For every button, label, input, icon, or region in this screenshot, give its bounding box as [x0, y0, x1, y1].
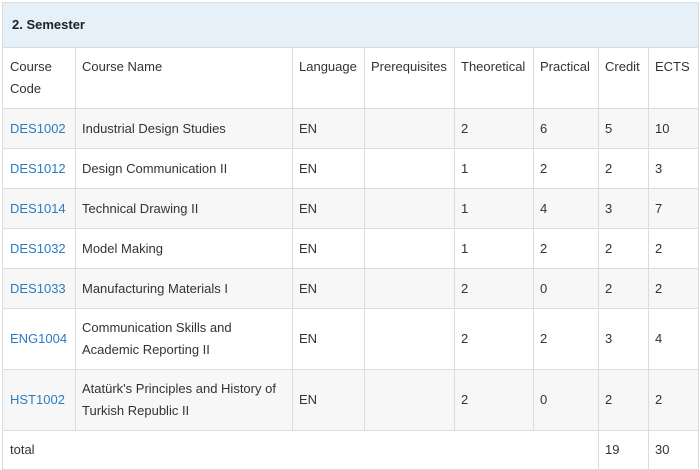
practical-cell: 2 [533, 228, 599, 269]
ects-cell: 2 [648, 228, 699, 269]
course-code-link[interactable]: DES1002 [10, 121, 66, 136]
total-row: total 19 30 [2, 430, 699, 470]
table-row: DES1014 Technical Drawing II EN 1 4 3 7 [2, 188, 699, 229]
prerequisites-cell [364, 228, 455, 269]
language-cell: EN [292, 148, 365, 189]
course-name-cell: Model Making [75, 228, 293, 269]
course-code-cell: ENG1004 [2, 308, 76, 370]
semester-course-table: 2. Semester Course Code Course Name Lang… [2, 2, 699, 470]
column-header-credit: Credit [598, 47, 649, 109]
language-cell: EN [292, 369, 365, 431]
ects-cell: 2 [648, 369, 699, 431]
table-row: ENG1004 Communication Skills and Academi… [2, 308, 699, 370]
language-cell: EN [292, 308, 365, 370]
prerequisites-cell [364, 108, 455, 149]
column-header-practical: Practical [533, 47, 599, 109]
course-code-link[interactable]: DES1012 [10, 161, 66, 176]
credit-cell: 2 [598, 148, 649, 189]
practical-cell: 4 [533, 188, 599, 229]
credit-cell: 3 [598, 188, 649, 229]
column-header-prerequisites: Prerequisites [364, 47, 455, 109]
theoretical-cell: 1 [454, 228, 534, 269]
course-name-cell: Communication Skills and Academic Report… [75, 308, 293, 370]
table-row: DES1033 Manufacturing Materials I EN 2 0… [2, 268, 699, 309]
credit-cell: 2 [598, 369, 649, 431]
column-header-course-name: Course Name [75, 47, 293, 109]
table-row: DES1032 Model Making EN 1 2 2 2 [2, 228, 699, 269]
course-code-link[interactable]: ENG1004 [10, 331, 67, 346]
ects-cell: 10 [648, 108, 699, 149]
course-code-cell: DES1012 [2, 148, 76, 189]
course-code-cell: HST1002 [2, 369, 76, 431]
credit-cell: 3 [598, 308, 649, 370]
credit-cell: 2 [598, 268, 649, 309]
prerequisites-cell [364, 369, 455, 431]
language-cell: EN [292, 268, 365, 309]
practical-cell: 2 [533, 148, 599, 189]
column-header-theoretical: Theoretical [454, 47, 534, 109]
language-cell: EN [292, 108, 365, 149]
practical-cell: 2 [533, 308, 599, 370]
theoretical-cell: 2 [454, 108, 534, 149]
language-cell: EN [292, 188, 365, 229]
ects-cell: 3 [648, 148, 699, 189]
course-code-cell: DES1002 [2, 108, 76, 149]
table-row: DES1012 Design Communication II EN 1 2 2… [2, 148, 699, 189]
course-name-cell: Industrial Design Studies [75, 108, 293, 149]
semester-title: 2. Semester [2, 2, 699, 48]
course-code-link[interactable]: DES1033 [10, 281, 66, 296]
theoretical-cell: 2 [454, 308, 534, 370]
table-row: DES1002 Industrial Design Studies EN 2 6… [2, 108, 699, 149]
semester-table-container: 2. Semester Course Code Course Name Lang… [2, 2, 699, 470]
total-credit: 19 [598, 430, 649, 470]
column-header-ects: ECTS [648, 47, 699, 109]
credit-cell: 2 [598, 228, 649, 269]
column-header-row: Course Code Course Name Language Prerequ… [2, 47, 699, 109]
course-code-cell: DES1014 [2, 188, 76, 229]
ects-cell: 4 [648, 308, 699, 370]
course-name-cell: Design Communication II [75, 148, 293, 189]
theoretical-cell: 2 [454, 369, 534, 431]
theoretical-cell: 1 [454, 188, 534, 229]
course-code-link[interactable]: HST1002 [10, 392, 65, 407]
column-header-language: Language [292, 47, 365, 109]
total-label: total [2, 430, 599, 470]
practical-cell: 0 [533, 369, 599, 431]
total-ects: 30 [648, 430, 699, 470]
theoretical-cell: 2 [454, 268, 534, 309]
semester-header-row: 2. Semester [2, 2, 699, 48]
ects-cell: 7 [648, 188, 699, 229]
practical-cell: 0 [533, 268, 599, 309]
course-name-cell: Manufacturing Materials I [75, 268, 293, 309]
prerequisites-cell [364, 148, 455, 189]
table-row: HST1002 Atatürk's Principles and History… [2, 369, 699, 431]
prerequisites-cell [364, 308, 455, 370]
theoretical-cell: 1 [454, 148, 534, 189]
course-code-link[interactable]: DES1014 [10, 201, 66, 216]
practical-cell: 6 [533, 108, 599, 149]
course-name-cell: Technical Drawing II [75, 188, 293, 229]
language-cell: EN [292, 228, 365, 269]
prerequisites-cell [364, 268, 455, 309]
course-code-cell: DES1032 [2, 228, 76, 269]
column-header-course-code: Course Code [2, 47, 76, 109]
prerequisites-cell [364, 188, 455, 229]
course-code-link[interactable]: DES1032 [10, 241, 66, 256]
course-name-cell: Atatürk's Principles and History of Turk… [75, 369, 293, 431]
credit-cell: 5 [598, 108, 649, 149]
course-code-cell: DES1033 [2, 268, 76, 309]
ects-cell: 2 [648, 268, 699, 309]
